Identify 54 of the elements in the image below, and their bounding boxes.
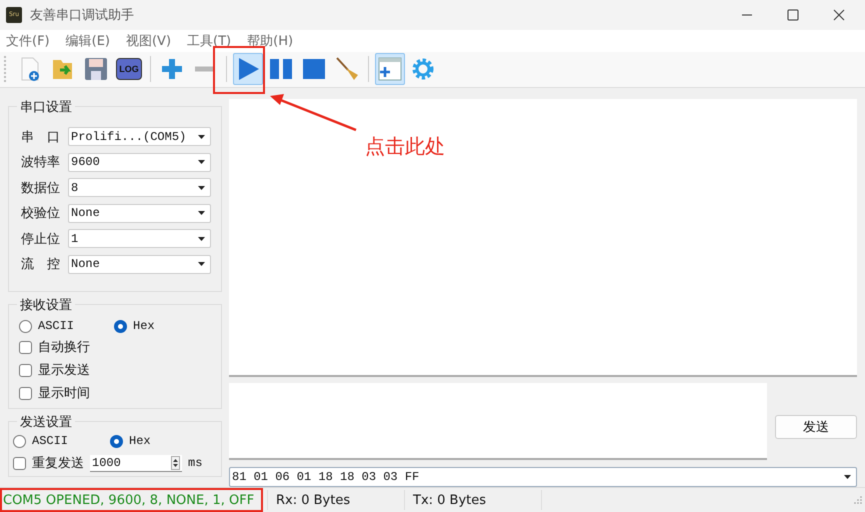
- rx-count: Rx: 0 Bytes: [268, 490, 405, 510]
- caret-icon: [198, 160, 205, 164]
- log-icon: LOG: [116, 58, 142, 80]
- dropdown[interactable]: 9600: [68, 152, 211, 172]
- window-add-icon: [377, 56, 403, 82]
- caret-icon: [198, 262, 205, 266]
- caret-icon: [198, 236, 205, 241]
- checkbox-option[interactable]: 显示发送: [19, 361, 211, 380]
- dropdown[interactable]: None: [68, 254, 211, 274]
- dropdown[interactable]: None: [68, 204, 211, 223]
- field-label: 串 口: [21, 128, 61, 146]
- resize-grip-icon[interactable]: [854, 496, 862, 504]
- tx-count: Tx: 0 Bytes: [405, 490, 542, 510]
- highlight-frame: [213, 46, 265, 94]
- minus-icon: [194, 66, 216, 72]
- caret-icon: [844, 475, 851, 480]
- unit-label: ms: [188, 456, 202, 470]
- field-label: 停止位: [21, 230, 61, 248]
- dropdown[interactable]: Prolifi...(COM5): [68, 127, 211, 146]
- send-history-dropdown[interactable]: 81 01 06 01 18 18 03 03 FF: [229, 467, 857, 488]
- broom-icon: [334, 56, 360, 82]
- dropdown[interactable]: 8: [68, 178, 211, 198]
- new-window-button[interactable]: [375, 53, 405, 86]
- caret-icon: [198, 134, 205, 139]
- callout-text: 点击此处: [365, 133, 445, 160]
- close-icon[interactable]: [833, 8, 845, 21]
- dropdown[interactable]: 1: [68, 229, 211, 248]
- caret-icon: [198, 186, 205, 190]
- checkbox-option[interactable]: 显示时间: [19, 384, 211, 402]
- menu-item[interactable]: 工具(T): [187, 32, 232, 50]
- menu-item[interactable]: 文件(F): [6, 32, 50, 50]
- port-status: COM5 OPENED, 9600, 8, NONE, 1, OFF: [0, 490, 268, 510]
- caret-icon: [198, 211, 205, 216]
- maximize-icon[interactable]: [787, 8, 799, 21]
- field-label: 波特率: [21, 154, 61, 172]
- window-title: 友善串口调试助手: [30, 6, 134, 24]
- field-label: 流 控: [21, 256, 61, 274]
- menu-item[interactable]: 编辑(E): [66, 32, 110, 50]
- radio-option[interactable]: Hex: [110, 434, 151, 448]
- field-label: 数据位: [21, 180, 61, 197]
- settings-icon: [410, 56, 436, 82]
- radio-option[interactable]: ASCII: [19, 319, 74, 334]
- menu-item[interactable]: 视图(V): [126, 32, 172, 50]
- field-label: 校验位: [21, 205, 61, 222]
- radio-option[interactable]: Hex: [114, 319, 155, 334]
- radio-option[interactable]: ASCII: [13, 434, 68, 448]
- interval-spinbox[interactable]: 1000: [90, 454, 182, 472]
- menu-item[interactable]: 帮助(H): [247, 32, 294, 50]
- send-button[interactable]: 发送: [775, 414, 857, 439]
- checkbox-option[interactable]: 自动换行: [19, 338, 211, 356]
- log-button[interactable]: LOG: [114, 53, 144, 86]
- spin-arrows-icon[interactable]: [171, 456, 180, 470]
- repeat-send-checkbox[interactable]: 重复发送: [13, 454, 84, 472]
- play-button[interactable]: [233, 53, 263, 86]
